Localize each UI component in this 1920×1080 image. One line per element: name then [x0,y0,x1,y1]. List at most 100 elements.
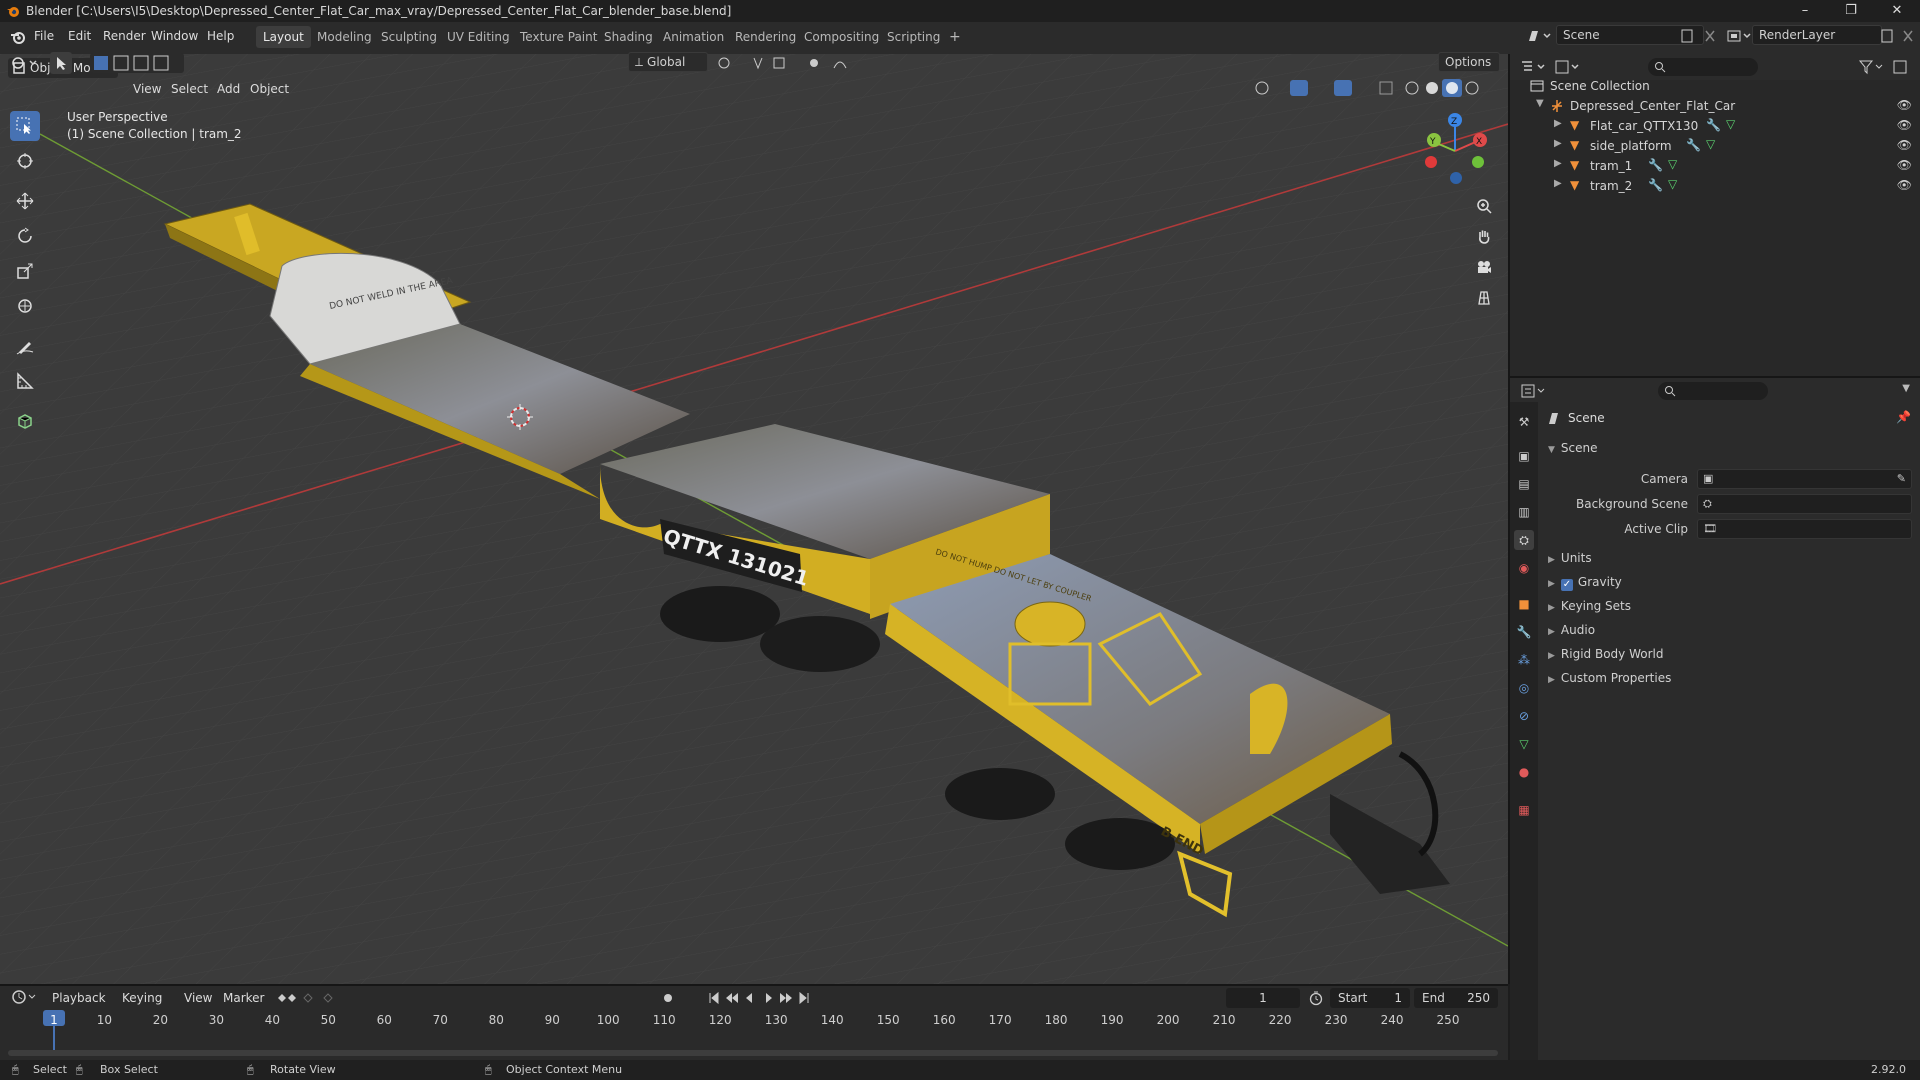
material-tab-icon[interactable]: ● [1514,762,1534,782]
outliner-row-object[interactable]: ▶ ▼ Flat_car_QTTX130 🔧 ▽ 👁 [1510,116,1920,136]
display-mode-icon[interactable] [1554,59,1584,75]
tab-modeling[interactable]: Modeling [310,26,379,48]
stopwatch-icon[interactable] [1308,990,1324,1006]
keying-sets-panel-header[interactable]: ▶ Keying Sets [1548,599,1631,613]
timeline-menu-playback[interactable]: Playback [52,991,106,1005]
gravity-panel-header[interactable]: ▶ ✓ Gravity [1548,575,1622,591]
viewport-menu-add[interactable]: Add [217,82,240,96]
editor-type-icon[interactable] [8,54,42,72]
modifier-wrench-icon[interactable]: 🔧 [1686,138,1701,152]
properties-search-input[interactable] [1658,382,1768,400]
expand-triangle-icon[interactable]: ▶ [1554,138,1562,149]
data-tab-icon[interactable]: ▽ [1514,734,1534,754]
background-scene-field[interactable]: ⛭ [1697,494,1912,514]
outliner-search-input[interactable] [1648,58,1758,76]
pan-view-button[interactable] [1471,223,1497,249]
filter-icon[interactable] [1858,59,1910,75]
scene-panel-header[interactable]: ▼ Scene [1548,441,1598,455]
timeline-menu-marker[interactable]: Marker [223,991,264,1005]
menu-help[interactable]: Help [207,29,234,43]
tab-texture-paint[interactable]: Texture Paint [513,26,604,48]
mesh-data-icon[interactable]: ▽ [1706,137,1715,151]
minimize-button[interactable]: – [1782,0,1828,22]
physics-tab-icon[interactable]: ◎ [1514,678,1534,698]
gravity-checkbox[interactable]: ✓ [1560,579,1573,591]
rotate-tool[interactable] [10,221,40,251]
viewport-shading-controls[interactable] [1250,78,1500,98]
expand-triangle-icon[interactable]: ▶ [1554,178,1562,189]
expand-triangle-icon[interactable]: ▼ [1536,98,1544,109]
viewport-menu-select[interactable]: Select [171,82,208,96]
close-button[interactable]: ✕ [1874,0,1920,22]
modifier-wrench-icon[interactable]: 🔧 [1706,118,1721,132]
tab-shading[interactable]: Shading [597,26,660,48]
add-cube-tool[interactable] [10,406,40,436]
menu-window[interactable]: Window [151,29,198,43]
tool-tab-icon[interactable]: ⚒ [1514,412,1534,432]
visibility-eye-icon[interactable]: 👁 [1897,98,1912,112]
toggle-perspective-button[interactable] [1471,285,1497,311]
menu-render[interactable]: Render [103,29,146,43]
measure-tool[interactable] [10,366,40,396]
menu-file[interactable]: File [34,29,54,43]
properties-editor-icon[interactable] [1520,383,1550,399]
mesh-data-icon[interactable]: ▽ [1668,157,1677,171]
pin-icon[interactable]: 📌 [1896,410,1911,424]
camera-field[interactable]: ▣ ✎ [1697,469,1912,489]
tab-compositing[interactable]: Compositing [797,26,886,48]
playhead-line[interactable] [53,1026,55,1050]
tab-sculpting[interactable]: Sculpting [374,26,444,48]
transform-tool[interactable] [10,291,40,321]
keyframe-nav-icons[interactable] [272,990,344,1006]
camera-view-button[interactable] [1471,254,1497,280]
constraints-tab-icon[interactable]: ⊘ [1514,706,1534,726]
viewport-menu-view[interactable]: View [133,82,161,96]
outliner-row-object[interactable]: ▶ ▼ tram_1 🔧 ▽ 👁 [1510,156,1920,176]
object-tab-icon[interactable]: ■ [1514,594,1534,614]
scale-tool[interactable] [10,256,40,286]
viewport-menu-object[interactable]: Object [250,82,289,96]
scene-tab-icon[interactable]: ⛭ [1514,530,1534,550]
timeline-menu-view[interactable]: View [184,991,212,1005]
chevron-down-icon[interactable]: ▼ [1902,383,1910,394]
visibility-eye-icon[interactable]: 👁 [1897,178,1912,192]
modifier-wrench-icon[interactable]: 🔧 [1648,158,1663,172]
expand-triangle-icon[interactable]: ▶ [1554,158,1562,169]
audio-panel-header[interactable]: ▶ Audio [1548,623,1595,637]
blender-menu-icon[interactable] [10,29,26,45]
start-frame-field[interactable]: Start 1 [1330,988,1410,1008]
end-frame-field[interactable]: End 250 [1414,988,1498,1008]
timeline-menu-keying[interactable]: Keying [122,991,162,1005]
timeline-scrollbar[interactable] [8,1050,1498,1056]
mesh-data-icon[interactable]: ▽ [1668,177,1677,191]
eyedropper-icon[interactable]: ✎ [1897,472,1906,485]
options-dropdown[interactable]: Options [1438,52,1500,72]
outliner-row-object[interactable]: ▶ ▼ side_platform 🔧 ▽ 👁 [1510,136,1920,156]
transform-orientation-dropdown[interactable]: ⟂ Global [628,52,708,72]
render-tab-icon[interactable]: ▣ [1514,446,1534,466]
active-clip-field[interactable]: 🎞 [1697,519,1912,539]
selection-mode-icons[interactable] [90,53,184,73]
mesh-data-icon[interactable]: ▽ [1726,117,1735,131]
custom-properties-panel-header[interactable]: ▶ Custom Properties [1548,671,1671,685]
units-panel-header[interactable]: ▶ Units [1548,551,1592,565]
current-frame-field[interactable]: 1 [1226,988,1300,1008]
3d-viewport[interactable]: DO NOT WELD IN THE AREA QTTX 131021 DO N… [0,54,1508,984]
output-tab-icon[interactable]: ▤ [1514,474,1534,494]
visibility-eye-icon[interactable]: 👁 [1897,138,1912,152]
playback-controls[interactable] [660,990,820,1006]
tab-rendering[interactable]: Rendering [728,26,803,48]
annotate-tool[interactable] [10,331,40,361]
outliner-row-collection[interactable]: ▼ Depressed_Center_Flat_Car 👁 [1510,96,1920,116]
visibility-eye-icon[interactable]: 👁 [1897,118,1912,132]
new-view-layer-icon[interactable] [1880,28,1918,44]
new-scene-icon[interactable] [1680,28,1718,44]
scene-selector-icon[interactable] [1526,28,1554,44]
outliner-row-object-active[interactable]: ▶ ▼ tram_2 🔧 ▽ 👁 [1510,176,1920,196]
view-layer-tab-icon[interactable]: ▥ [1514,502,1534,522]
view-layer-field[interactable]: RenderLayer [1752,25,1882,45]
move-tool[interactable] [10,186,40,216]
modifier-tab-icon[interactable]: 🔧 [1514,622,1534,642]
select-box-tool[interactable] [10,111,40,141]
tab-uv-editing[interactable]: UV Editing [440,26,517,48]
